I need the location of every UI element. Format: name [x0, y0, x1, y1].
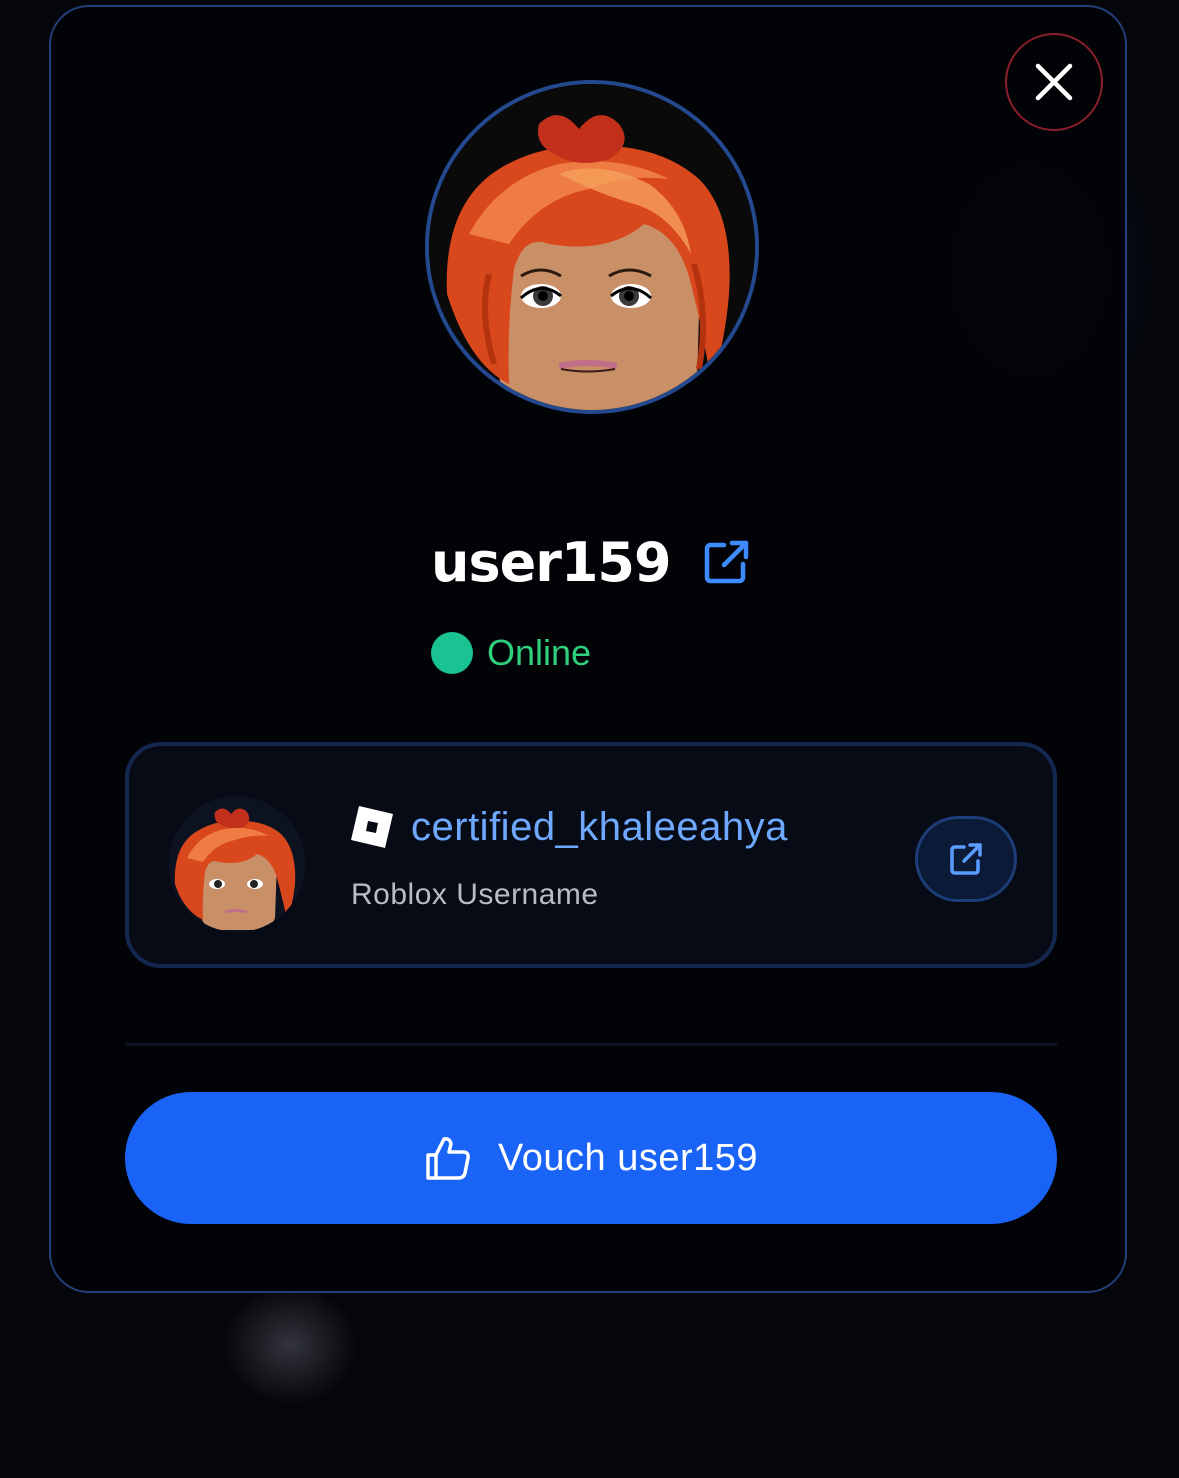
status-dot-icon: [431, 632, 473, 674]
roblox-name-row: certified_khaleeahya: [349, 804, 788, 850]
external-link-icon: [950, 843, 982, 875]
status-text: Online: [487, 632, 592, 673]
close-button[interactable]: [1005, 33, 1103, 131]
profile-modal: user159 Online certified_khaleeahya Robl…: [49, 5, 1127, 1293]
thumbs-up-icon: [426, 1137, 470, 1180]
roblox-avatar: [169, 796, 305, 932]
roblox-username: certified_khaleeahya: [411, 804, 788, 849]
roblox-account-card: certified_khaleeahya Roblox Username: [125, 742, 1057, 968]
username-row: user159: [431, 522, 753, 602]
section-divider: [125, 1043, 1057, 1046]
external-link-icon: [704, 540, 748, 584]
profile-external-link[interactable]: [699, 535, 753, 589]
profile-avatar: [425, 80, 759, 414]
vouch-button[interactable]: Vouch user159: [125, 1092, 1057, 1224]
profile-username: user159: [431, 530, 672, 594]
roblox-logo-icon: [351, 806, 393, 848]
vouch-button-label: Vouch user159: [497, 1136, 759, 1179]
roblox-username-label: Roblox Username: [351, 878, 599, 911]
close-icon: [1035, 63, 1073, 101]
online-status: Online: [431, 632, 591, 674]
roblox-profile-link-button[interactable]: [915, 816, 1017, 902]
